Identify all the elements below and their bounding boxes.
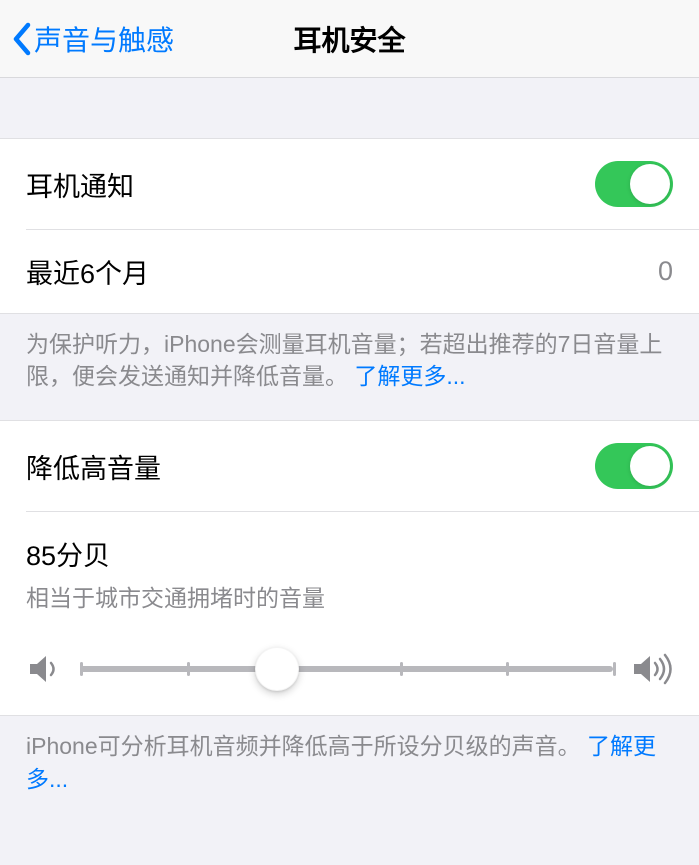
decibel-slider[interactable]: [80, 666, 613, 672]
row-reduce-loud: 降低高音量: [0, 421, 699, 511]
notify-toggle[interactable]: [595, 161, 673, 207]
volume-high-icon: [631, 653, 673, 685]
volume-low-icon: [26, 653, 62, 685]
db-label: 85分贝: [26, 534, 673, 573]
reduce-toggle[interactable]: [595, 443, 673, 489]
back-label: 声音与触感: [34, 19, 174, 59]
reduce-label: 降低高音量: [26, 447, 161, 486]
footer-text: 为保护听力，iPhone会测量耳机音量；若超出推荐的7日音量上限，便会发送通知并…: [26, 331, 662, 389]
row-headphone-notify: 耳机通知: [0, 139, 699, 229]
slider-row: [26, 653, 673, 685]
row-recent-months[interactable]: 最近6个月 0: [26, 229, 699, 313]
spacer: [0, 78, 699, 138]
slider-section: 85分贝 相当于城市交通拥堵时的音量: [26, 511, 699, 715]
recent-label: 最近6个月: [26, 252, 149, 291]
footer-text-2: iPhone可分析耳机音频并降低高于所设分贝级的声音。: [26, 733, 581, 759]
page-title: 耳机安全: [293, 19, 405, 59]
group1-footer: 为保护听力，iPhone会测量耳机音量；若超出推荐的7日音量上限，便会发送通知并…: [0, 314, 699, 420]
notify-label: 耳机通知: [26, 165, 134, 204]
group-reduce: 降低高音量 85分贝 相当于城市交通拥堵时的音量: [0, 420, 699, 716]
chevron-left-icon: [12, 22, 32, 56]
group-notifications: 耳机通知 最近6个月 0: [0, 138, 699, 314]
slider-thumb[interactable]: [255, 647, 299, 691]
nav-bar: 声音与触感 耳机安全: [0, 0, 699, 78]
group2-footer: iPhone可分析耳机音频并降低高于所设分贝级的声音。 了解更多...: [0, 716, 699, 822]
learn-more-link[interactable]: 了解更多...: [354, 363, 465, 389]
back-button[interactable]: 声音与触感: [0, 19, 174, 59]
recent-value: 0: [658, 256, 673, 287]
db-sub: 相当于城市交通拥堵时的音量: [26, 579, 673, 613]
